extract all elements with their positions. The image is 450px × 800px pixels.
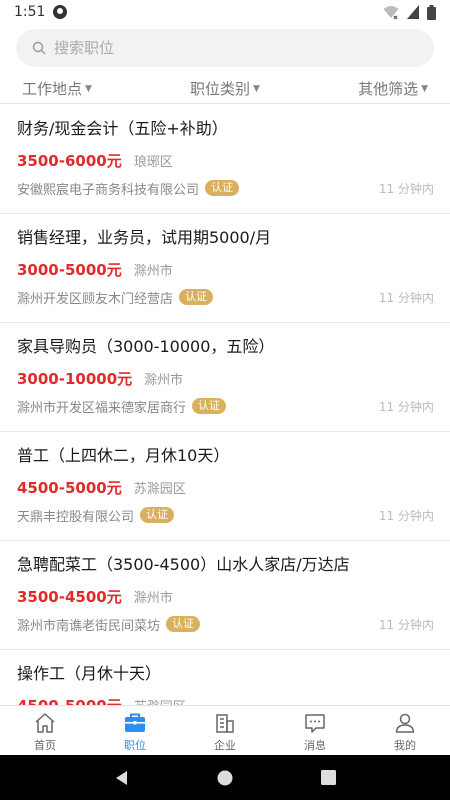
- tab-messages[interactable]: 消息: [270, 706, 360, 755]
- job-item[interactable]: 销售经理，业务员，试用期5000/月 3000-5000元 滁州市 滁州开发区顾…: [0, 214, 450, 323]
- search-bar[interactable]: [16, 29, 434, 67]
- job-title: 财务/现金会计（五险+补助）: [17, 119, 228, 138]
- job-post-time: 11 分钟内: [378, 290, 434, 305]
- verified-badge: 认证: [166, 616, 201, 632]
- job-area: 滁州市: [144, 373, 184, 388]
- job-company: 滁州开发区顾友木门经营店: [17, 291, 174, 307]
- caret-down-icon: ▼: [253, 84, 260, 94]
- status-time: 1:51: [14, 4, 46, 20]
- status-bar: 1:51: [0, 0, 450, 24]
- search-icon: [32, 41, 46, 55]
- job-post-time: 11 分钟内: [378, 181, 434, 196]
- filter-category[interactable]: 职位类别 ▼: [190, 78, 260, 103]
- tab-company[interactable]: 企业: [180, 706, 270, 755]
- job-salary: 4500-5000元: [17, 695, 122, 705]
- home-icon: [35, 713, 55, 733]
- caret-down-icon: ▼: [421, 84, 428, 94]
- system-nav-bar: [0, 755, 450, 800]
- tab-profile-label: 我的: [394, 739, 416, 752]
- tab-jobs[interactable]: 职位: [90, 706, 180, 755]
- home-circle-icon: [217, 770, 233, 785]
- job-post-time: 11 分钟内: [378, 399, 434, 414]
- bottom-tab-bar: 首页 职位 企业 消息 我的: [0, 705, 450, 755]
- job-area: 苏滁园区: [134, 696, 186, 705]
- job-item[interactable]: 操作工（月休十天） 4500-5000元 苏滁园区: [0, 650, 450, 705]
- search-input[interactable]: [54, 39, 414, 57]
- building-icon: [216, 714, 234, 733]
- job-salary: 3000-5000元: [17, 261, 122, 279]
- wifi-icon: [383, 6, 399, 19]
- recents-square-icon: [320, 770, 336, 785]
- filter-category-label: 职位类别: [190, 80, 251, 98]
- tab-company-label: 企业: [214, 739, 236, 752]
- tab-profile[interactable]: 我的: [360, 706, 450, 755]
- tab-jobs-label: 职位: [124, 739, 146, 752]
- job-item[interactable]: 财务/现金会计（五险+补助） 3500-6000元 琅琊区 安徽熙宸电子商务科技…: [0, 105, 450, 214]
- job-post-time: 11 分钟内: [378, 617, 434, 632]
- job-company: 滁州市开发区福来德家居商行: [17, 400, 187, 416]
- filter-other[interactable]: 其他筛选 ▼: [358, 78, 428, 103]
- job-item[interactable]: 家具导购员（3000-10000，五险） 3000-10000元 滁州市 滁州市…: [0, 323, 450, 432]
- user-icon: [395, 713, 415, 733]
- job-area: 滁州市: [133, 264, 173, 279]
- filter-location[interactable]: 工作地点 ▼: [22, 78, 92, 103]
- job-post-time: 11 分钟内: [378, 508, 434, 523]
- job-list: 财务/现金会计（五险+补助） 3500-6000元 琅琊区 安徽熙宸电子商务科技…: [0, 105, 450, 705]
- job-title: 普工（上四休二，月休10天）: [17, 446, 230, 465]
- filter-location-label: 工作地点: [22, 80, 83, 98]
- tab-home[interactable]: 首页: [0, 706, 90, 755]
- message-icon: [305, 714, 325, 733]
- back-triangle-icon: [115, 770, 127, 785]
- job-title: 操作工（月休十天）: [17, 664, 162, 683]
- verified-badge: 认证: [179, 289, 214, 305]
- job-salary: 4500-5000元: [17, 479, 122, 497]
- job-area: 滁州市: [133, 591, 173, 606]
- job-area: 琅琊区: [133, 155, 173, 170]
- back-button[interactable]: [102, 763, 142, 793]
- battery-icon: [427, 4, 436, 20]
- signal-icon: [407, 5, 419, 19]
- job-salary: 3500-6000元: [17, 152, 122, 170]
- job-area: 苏滁园区: [133, 482, 186, 497]
- job-title: 销售经理，业务员，试用期5000/月: [17, 228, 272, 247]
- filter-other-label: 其他筛选: [358, 80, 419, 98]
- job-item[interactable]: 急聘配菜工（3500-4500）山水人家店/万达店 3500-4500元 滁州市…: [0, 541, 450, 650]
- job-company: 天鼎丰控股有限公司: [17, 509, 135, 525]
- job-salary: 3500-4500元: [17, 588, 122, 606]
- job-item[interactable]: 普工（上四休二，月休10天） 4500-5000元 苏滁园区 天鼎丰控股有限公司…: [0, 432, 450, 541]
- verified-badge: 认证: [192, 398, 227, 414]
- job-salary: 3000-10000元: [17, 370, 133, 388]
- verified-badge: 认证: [140, 507, 175, 523]
- tab-home-label: 首页: [34, 739, 56, 752]
- notification-app-icon: [53, 5, 68, 19]
- verified-badge: 认证: [205, 180, 240, 196]
- job-title: 家具导购员（3000-10000，五险）: [17, 337, 275, 356]
- job-company: 滁州市南谯老街民间菜坊: [17, 618, 161, 634]
- job-company: 安徽熙宸电子商务科技有限公司: [17, 182, 200, 198]
- filter-bar: 工作地点 ▼ 职位类别 ▼ 其他筛选 ▼: [0, 78, 450, 104]
- tab-messages-label: 消息: [304, 739, 326, 752]
- home-button[interactable]: [205, 763, 245, 793]
- briefcase-icon: [125, 713, 145, 732]
- recents-button[interactable]: [308, 763, 348, 793]
- caret-down-icon: ▼: [85, 84, 92, 94]
- job-title: 急聘配菜工（3500-4500）山水人家店/万达店: [17, 555, 350, 574]
